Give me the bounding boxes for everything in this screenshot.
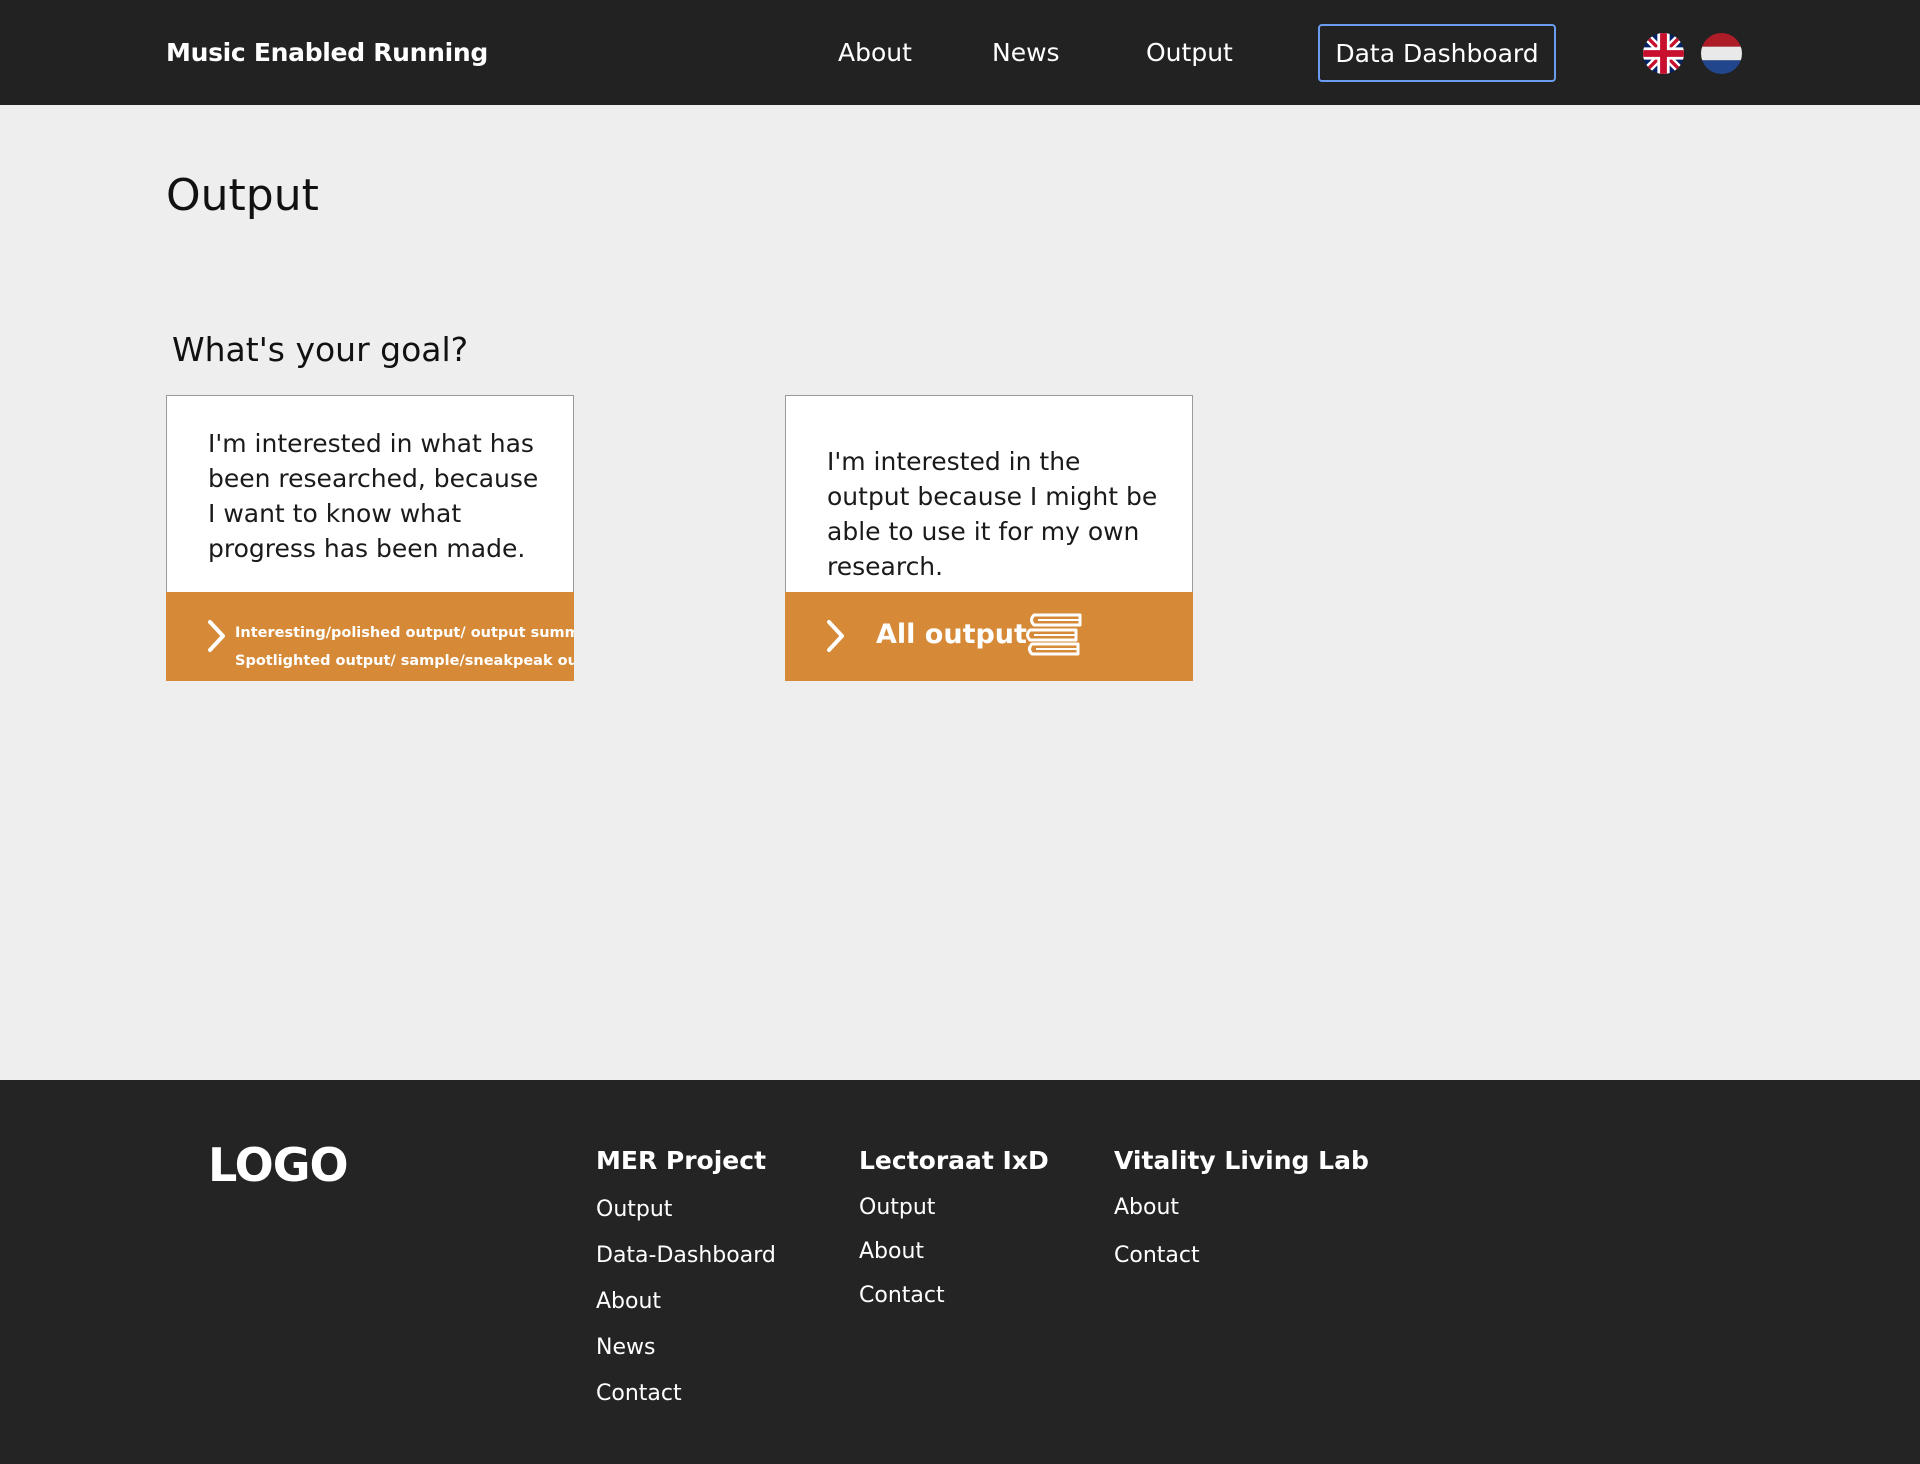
goal-heading: What's your goal? (172, 330, 469, 369)
footer-column-heading: Lectoraat IxD (859, 1146, 1049, 1175)
brand-link[interactable]: Music Enabled Running (166, 38, 488, 67)
site-footer: LOGO MER Project Output Data-Dashboard A… (0, 1080, 1920, 1464)
page-title: Output (166, 170, 319, 221)
books-icon (1026, 613, 1082, 656)
footer-link-output[interactable]: Output (859, 1195, 1049, 1220)
footer-link-data-dashboard[interactable]: Data-Dashboard (596, 1243, 776, 1268)
footer-column-heading: MER Project (596, 1146, 767, 1175)
goal-card-action-bar[interactable]: Interesting/polished output/ output summ… (166, 592, 574, 681)
top-navigation-bar: Music Enabled Running About News Output … (0, 0, 1920, 105)
action-label-line: Interesting/polished output/ output summ… (235, 625, 574, 641)
goal-card-text: I'm interested in the output because I m… (827, 447, 1158, 581)
nav-output-link[interactable]: Output (1146, 38, 1233, 67)
action-label-line: Spotlighted output/ sample/sneakpeak out… (235, 653, 574, 669)
all-output-button[interactable]: All output (785, 592, 1193, 681)
flag-uk-icon[interactable] (1643, 33, 1684, 74)
chevron-right-icon (208, 620, 225, 652)
footer-link-news[interactable]: News (596, 1335, 776, 1360)
footer-link-contact[interactable]: Contact (1114, 1243, 1369, 1268)
nav-news-link[interactable]: News (992, 38, 1060, 67)
footer-column-lectoraat-ixd: Lectoraat IxD Output About Contact (859, 1146, 1049, 1327)
goal-card-text: I'm interested in what has been research… (208, 429, 539, 563)
footer-link-output[interactable]: Output (596, 1197, 776, 1222)
footer-link-contact[interactable]: Contact (596, 1381, 776, 1406)
chevron-right-icon (827, 620, 844, 652)
footer-column-heading: Vitality Living Lab (1114, 1146, 1369, 1175)
footer-link-contact[interactable]: Contact (859, 1283, 1049, 1308)
footer-column-vitality-living-lab: Vitality Living Lab About Contact (1114, 1146, 1369, 1291)
goal-card-own-research[interactable]: I'm interested in the output because I m… (785, 395, 1193, 681)
footer-logo: LOGO (208, 1138, 349, 1192)
footer-column-mer-project: MER Project Output Data-Dashboard About … (596, 1146, 776, 1427)
all-output-label: All output (876, 619, 1027, 650)
data-dashboard-button[interactable]: Data Dashboard (1318, 24, 1556, 82)
flag-nl-icon[interactable] (1701, 33, 1742, 74)
nav-about-link[interactable]: About (838, 38, 912, 67)
footer-link-about[interactable]: About (596, 1289, 776, 1314)
footer-link-about[interactable]: About (859, 1239, 1049, 1264)
footer-link-about[interactable]: About (1114, 1195, 1369, 1220)
goal-card-research-progress[interactable]: I'm interested in what has been research… (166, 395, 574, 681)
goal-card-action-labels: Interesting/polished output/ output summ… (235, 619, 574, 675)
